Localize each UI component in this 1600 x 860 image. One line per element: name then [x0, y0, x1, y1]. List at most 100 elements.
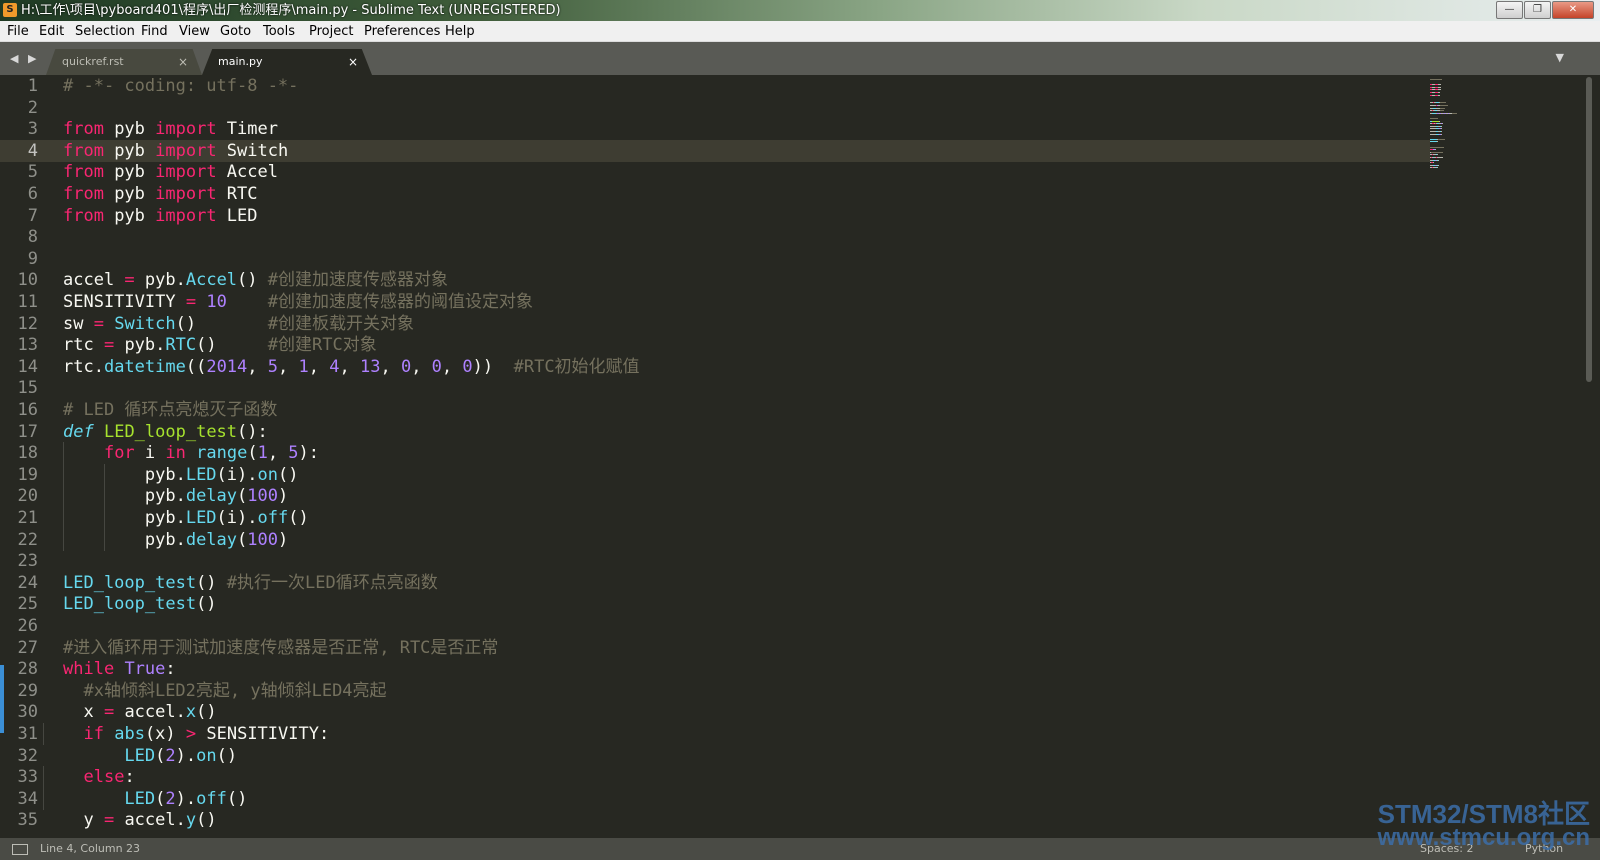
menu-file[interactable]: File — [7, 23, 29, 40]
line-code: pyb.delay(100) — [63, 485, 288, 507]
menu-find[interactable]: Find — [141, 23, 168, 40]
minimap[interactable] — [1430, 75, 1560, 838]
code-line[interactable]: 9 — [0, 248, 1430, 270]
code-line[interactable]: 29 #x轴倾斜LED2亮起, y轴倾斜LED4亮起 — [0, 680, 1430, 702]
line-number: 1 — [27, 76, 38, 96]
menu-view[interactable]: View — [179, 23, 210, 40]
line-number: 34 — [17, 788, 38, 809]
minimap-token — [1440, 110, 1444, 112]
code-line[interactable]: 27 #进入循环用于测试加速度传感器是否正常, RTC是否正常 — [0, 637, 1430, 659]
code-line[interactable]: 24 LED_loop_test() #执行一次LED循环点亮函数 — [0, 572, 1430, 594]
line-code: x = accel.x() — [63, 701, 216, 723]
code-line[interactable]: 10 accel = pyb.Accel() #创建加速度传感器对象 — [0, 269, 1430, 291]
menu-tools[interactable]: Tools — [263, 23, 295, 40]
code-token: pyb — [103, 184, 156, 204]
tab-close-icon[interactable]: × — [348, 49, 358, 75]
code-token: #RTC初始化赋值 — [513, 356, 640, 377]
code-line[interactable]: 4 from pyb import Switch — [0, 139, 1430, 162]
code-line[interactable]: 8 — [0, 226, 1430, 248]
tab-list-dropdown-icon[interactable]: ▼ — [1556, 51, 1564, 64]
code-line[interactable]: 19 pyb.LED(i).on() — [0, 463, 1430, 486]
panel-toggle-icon[interactable] — [12, 844, 28, 855]
code-token: x — [185, 702, 197, 723]
code-editor[interactable]: 1 # -*- coding: utf-8 -*- 2 3 from pyb impor… — [0, 75, 1430, 838]
tab-close-icon[interactable]: × — [178, 49, 188, 75]
line-number: 13 — [17, 335, 38, 356]
code-token: #创建加速度传感器的阈值设定对象 — [267, 292, 533, 312]
vertical-scrollbar[interactable] — [1560, 75, 1600, 838]
minimap-token — [1437, 159, 1439, 161]
minimap-token — [1436, 157, 1443, 158]
code-token: Accel — [185, 270, 238, 291]
minimap-token — [1436, 141, 1438, 143]
code-token: off — [196, 788, 227, 809]
code-token: 2 — [165, 788, 176, 809]
code-token: ( — [237, 529, 248, 550]
tab-label: quickref.rst — [62, 55, 124, 68]
line-code: LED_loop_test() #执行一次LED循环点亮函数 — [63, 572, 438, 594]
code-token: RTC — [216, 184, 258, 204]
code-line[interactable]: 25 LED_loop_test() — [0, 593, 1430, 615]
code-line[interactable]: 6 from pyb import RTC — [0, 183, 1430, 205]
code-line[interactable]: 7 from pyb import LED — [0, 205, 1430, 227]
minimap-token — [1440, 105, 1448, 106]
scrollbar-thumb[interactable] — [1586, 77, 1592, 382]
code-token: )) — [472, 356, 514, 377]
code-line[interactable]: 23 — [0, 550, 1430, 572]
line-code: y = accel.y() — [63, 809, 216, 831]
code-line[interactable]: 3 from pyb import Timer — [0, 118, 1430, 140]
code-line[interactable]: 2 — [0, 97, 1430, 119]
code-token: pyb. — [63, 529, 186, 550]
code-line[interactable]: 5 from pyb import Accel — [0, 161, 1430, 183]
tab-quickref[interactable]: quickref.rst × — [46, 49, 202, 75]
code-line[interactable]: 12 sw = Switch() #创建板载开关对象 — [0, 313, 1430, 335]
code-line[interactable]: 28 while True: — [0, 658, 1430, 680]
code-line[interactable]: 11 SENSITIVITY = 10 #创建加速度传感器的阈值设定对象 — [0, 291, 1430, 313]
menu-preferences[interactable]: Preferences — [364, 23, 440, 40]
line-code: else: — [63, 766, 134, 788]
code-line[interactable]: 18 for i in range(1, 5): — [0, 442, 1430, 465]
line-number: 35 — [17, 810, 38, 831]
window-controls: — ❐ ✕ — [1496, 1, 1594, 19]
code-line[interactable]: 21 pyb.LED(i).off() — [0, 507, 1430, 529]
code-line[interactable]: 22 pyb.delay(100) — [0, 528, 1430, 551]
minimize-button[interactable]: — — [1496, 1, 1523, 19]
code-line[interactable]: 26 — [0, 615, 1430, 637]
tab-nav-arrows-icon[interactable]: ◀ ▶ — [10, 52, 39, 65]
line-code: from pyb import LED — [63, 205, 258, 227]
tab-main-py[interactable]: main.py × — [202, 49, 372, 75]
menu-selection[interactable]: Selection — [75, 23, 135, 40]
code-line[interactable]: 30 x = accel.x() — [0, 701, 1430, 723]
code-line[interactable]: 34 LED(2).off() — [0, 787, 1430, 810]
code-token: pyb. — [114, 335, 166, 356]
code-line[interactable]: 32 LED(2).on() — [0, 745, 1430, 767]
close-button[interactable]: ✕ — [1552, 1, 1594, 19]
code-token: for — [103, 443, 135, 464]
code-token: 1 — [298, 356, 309, 377]
code-token: 5 — [267, 356, 279, 377]
menu-help[interactable]: Help — [445, 23, 475, 40]
code-line[interactable]: 14 rtc.datetime((2014, 5, 1, 4, 13, 0, 0,… — [0, 356, 1430, 378]
code-token: on — [257, 464, 278, 485]
code-line[interactable]: 1 # -*- coding: utf-8 -*- — [0, 75, 1430, 97]
code-line[interactable]: 20 pyb.delay(100) — [0, 485, 1430, 508]
menu-edit[interactable]: Edit — [39, 23, 64, 40]
code-token: () — [216, 745, 238, 766]
code-line[interactable]: 16 # LED 循环点亮熄灭子函数 — [0, 399, 1430, 421]
menu-project[interactable]: Project — [309, 23, 353, 40]
code-token: 0 — [400, 356, 412, 377]
code-line[interactable]: 15 — [0, 377, 1430, 399]
code-line[interactable]: 13 rtc = pyb.RTC() #创建RTC对象 — [0, 334, 1430, 356]
restore-button[interactable]: ❐ — [1524, 1, 1551, 19]
minimap-token — [1437, 92, 1440, 93]
code-line[interactable]: 35 y = accel.y() — [0, 809, 1430, 831]
code-line[interactable]: 17 def LED_loop_test(): — [0, 421, 1430, 443]
menu-goto[interactable]: Goto — [220, 23, 251, 40]
line-number: 11 — [17, 292, 38, 312]
tab-bar: ◀ ▶ quickref.rst × main.py × ▼ — [0, 42, 1600, 75]
code-line[interactable]: 31 if abs(x) > SENSITIVITY: — [0, 723, 1430, 745]
cursor-position: Line 4, Column 23 — [40, 842, 141, 855]
line-code: # -*- coding: utf-8 -*- — [63, 75, 298, 97]
code-line[interactable]: 33 else: — [0, 766, 1430, 789]
